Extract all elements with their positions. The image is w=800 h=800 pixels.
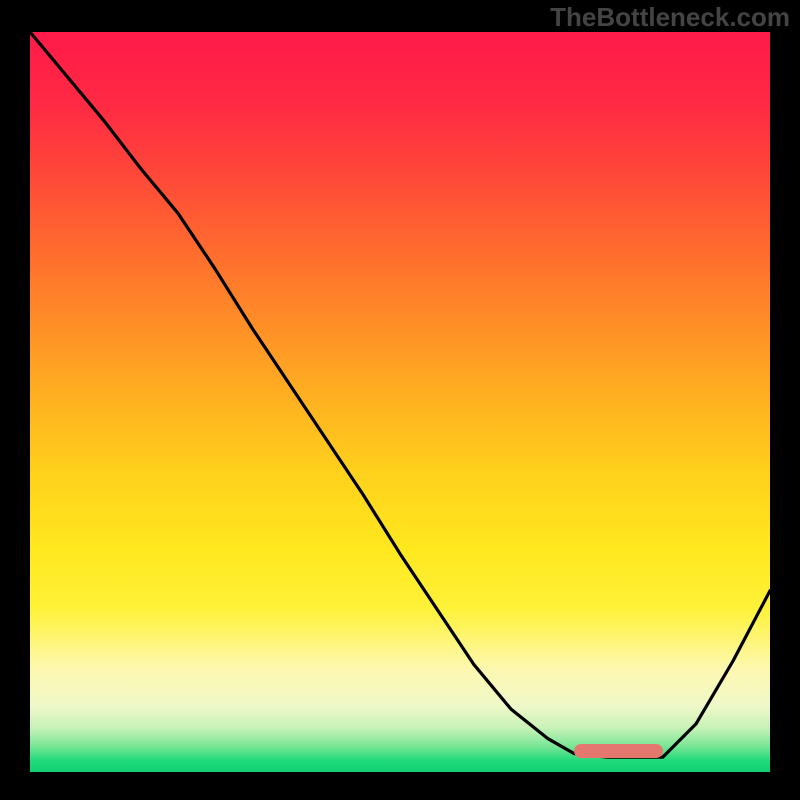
watermark-text: TheBottleneck.com: [550, 2, 790, 33]
bottleneck-curve: [30, 32, 770, 772]
plot-area: [30, 32, 770, 772]
chart-container: TheBottleneck.com: [0, 0, 800, 800]
optimal-range-marker: [574, 744, 663, 758]
